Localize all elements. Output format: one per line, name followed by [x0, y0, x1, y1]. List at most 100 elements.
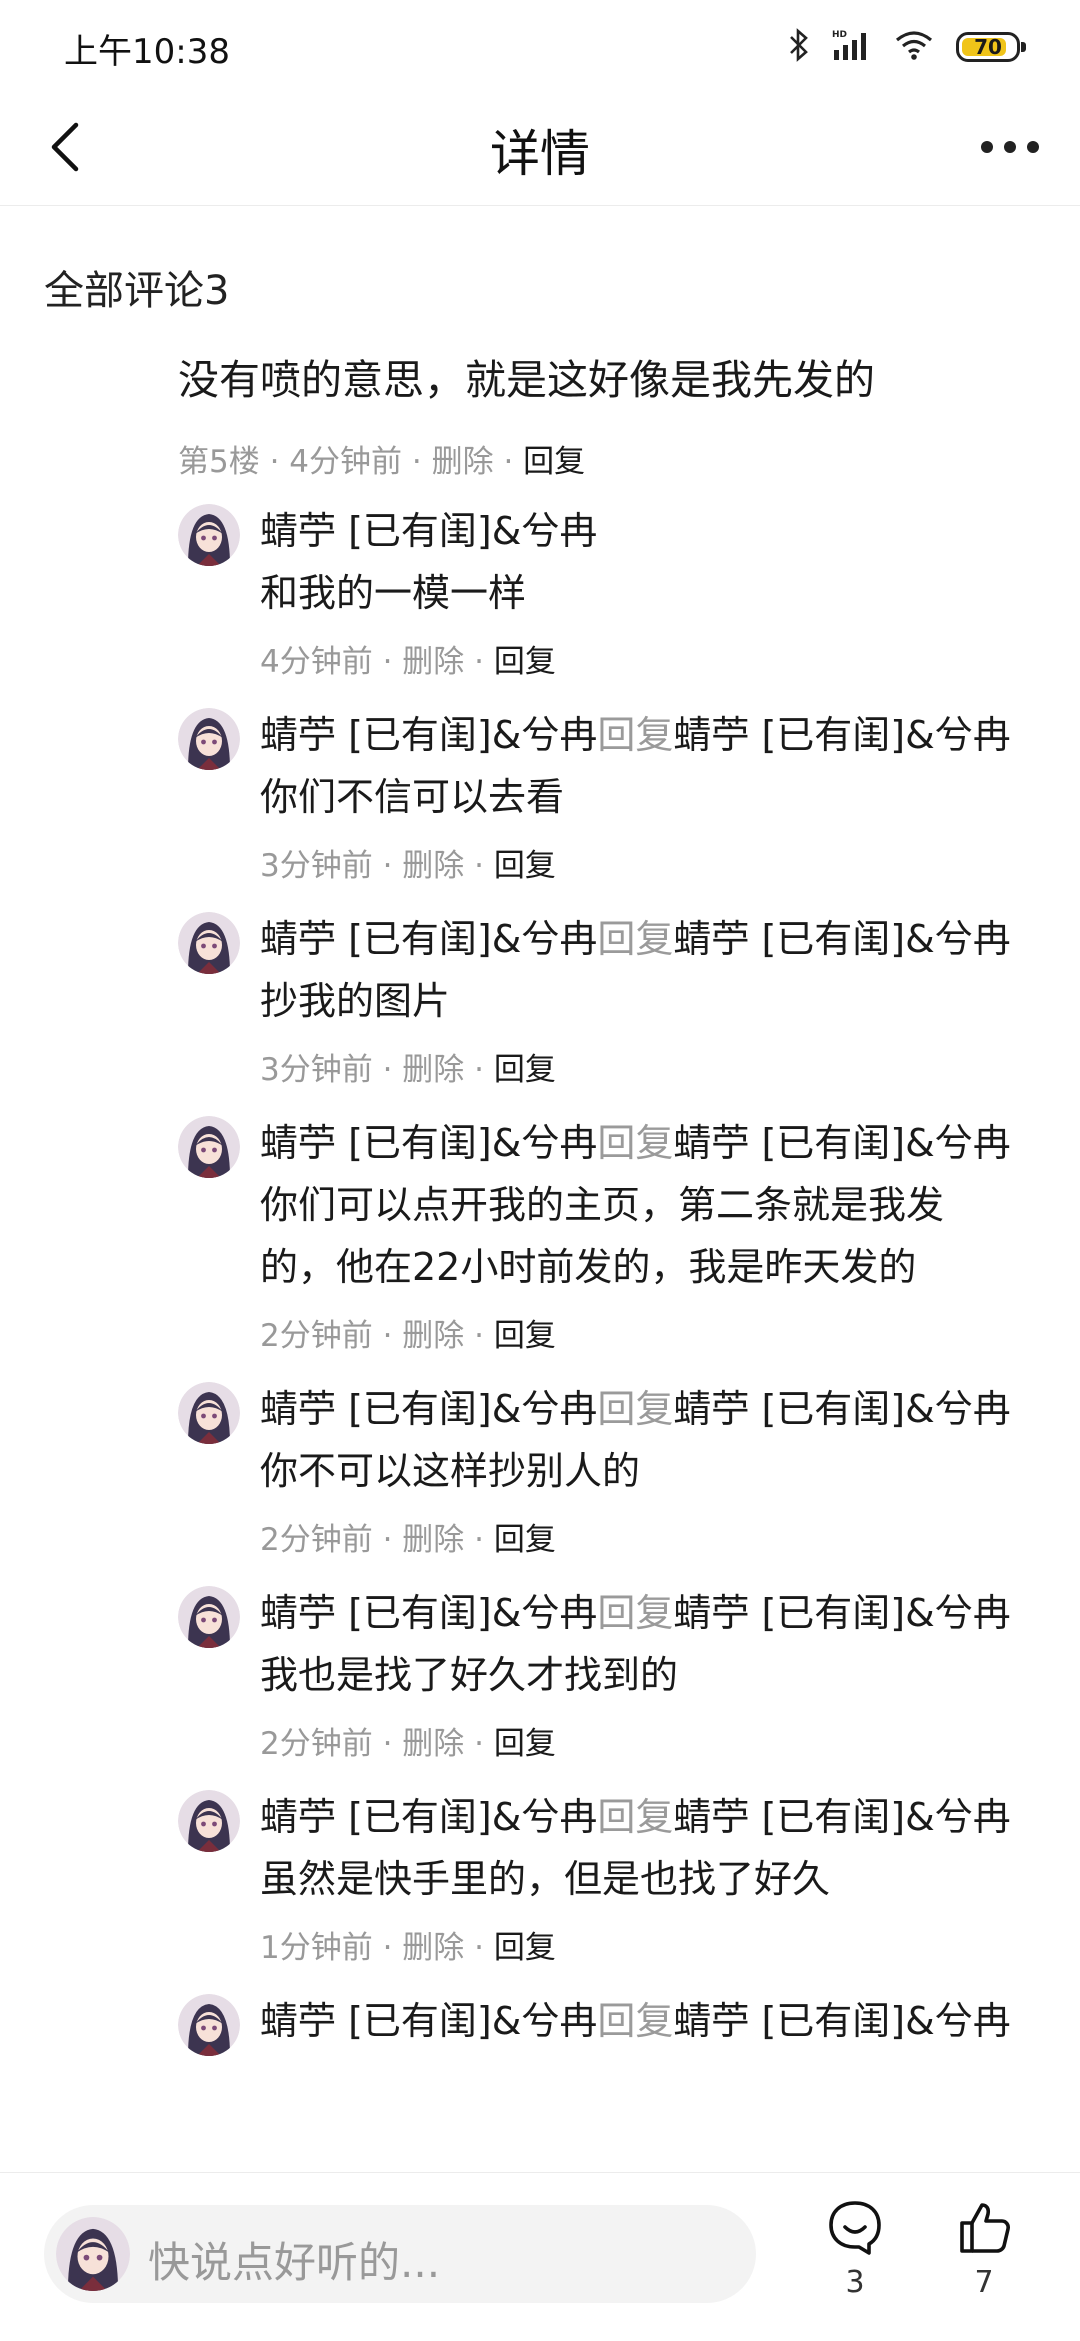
more-button[interactable] — [970, 112, 1050, 182]
reply-link[interactable]: 回复 — [494, 1930, 556, 1966]
delete-link[interactable]: 删除 — [402, 1052, 464, 1088]
like-button[interactable]: 7 — [944, 2197, 1024, 2300]
battery-level: 70 — [974, 35, 1002, 59]
comment-button[interactable]: 3 — [815, 2197, 895, 2300]
reply-link[interactable]: 回复 — [494, 848, 556, 884]
reply-item[interactable]: 蜻苧 [已有闺]&兮冉回复蜻苧 [已有闺]&兮冉 你不可以这样抄别人的 2分钟前… — [178, 1378, 1058, 1562]
comment-count: 3 — [845, 2265, 865, 2300]
reply-author[interactable]: 蜻苧 [已有闺]&兮冉 — [260, 1387, 597, 1431]
bluetooth-icon — [788, 28, 810, 66]
avatar[interactable] — [178, 1994, 240, 2056]
comment-input-placeholder: 快说点好听的... — [148, 2238, 441, 2287]
reply-keyword: 回复 — [597, 1387, 674, 1431]
main-comment: 没有喷的意思，就是这好像是我先发的 第5楼 · 4分钟前 · 删除 · 回复 — [178, 346, 1038, 484]
reply-time: 1分钟前 — [260, 1930, 373, 1966]
reply-keyword: 回复 — [597, 1999, 674, 2043]
reply-meta: 3分钟前 · 删除 · 回复 — [260, 848, 556, 884]
reply-author[interactable]: 蜻苧 [已有闺]&兮冉 — [260, 713, 597, 757]
reply-link[interactable]: 回复 — [494, 1052, 556, 1088]
reply-text: 你们可以点开我的主页，第二条就是我发的，他在22小时前发的，我是昨天发的 — [260, 1183, 945, 1289]
delete-link[interactable]: 删除 — [402, 1318, 464, 1354]
floor-label: 第5楼 — [178, 444, 260, 480]
avatar[interactable] — [178, 708, 240, 770]
delete-link[interactable]: 删除 — [402, 1930, 464, 1966]
reply-link[interactable]: 回复 — [494, 1726, 556, 1762]
reply-time: 3分钟前 — [260, 1052, 373, 1088]
signal-icon: HD — [832, 28, 872, 66]
avatar[interactable] — [178, 1790, 240, 1852]
reply-author[interactable]: 蜻苧 [已有闺]&兮冉 — [260, 1591, 597, 1635]
reply-item[interactable]: 蜻苧 [已有闺]&兮冉回复蜻苧 [已有闺]&兮冉 — [178, 1990, 1058, 2056]
reply-text: 抄我的图片 — [260, 979, 451, 1023]
reply-keyword: 回复 — [597, 713, 674, 757]
reply-author[interactable]: 蜻苧 [已有闺]&兮冉 — [260, 1999, 597, 2043]
reply-text: 和我的一模一样 — [260, 571, 527, 615]
reply-target[interactable]: 蜻苧 [已有闺]&兮冉 — [673, 917, 1010, 961]
status-icons: HD 70 — [788, 24, 1026, 70]
reply-link[interactable]: 回复 — [523, 444, 585, 480]
reply-link[interactable]: 回复 — [494, 644, 556, 680]
reply-meta: 1分钟前 · 删除 · 回复 — [260, 1930, 556, 1966]
delete-link[interactable]: 删除 — [432, 444, 494, 480]
reply-link[interactable]: 回复 — [494, 1318, 556, 1354]
comment-input[interactable]: 快说点好听的... — [44, 2205, 756, 2303]
reply-target[interactable]: 蜻苧 [已有闺]&兮冉 — [673, 1387, 1010, 1431]
battery-icon: 70 — [956, 32, 1026, 62]
reply-header: 蜻苧 [已有闺]&兮冉回复蜻苧 [已有闺]&兮冉 — [260, 1378, 1058, 1440]
avatar[interactable] — [178, 1382, 240, 1444]
avatar[interactable] — [178, 504, 240, 566]
delete-link[interactable]: 删除 — [402, 848, 464, 884]
avatar[interactable] — [178, 1586, 240, 1648]
wifi-icon — [894, 29, 934, 65]
reply-item[interactable]: 蜻苧 [已有闺]&兮冉回复蜻苧 [已有闺]&兮冉 我也是找了好久才找到的 2分钟… — [178, 1582, 1058, 1766]
comment-time: 4分钟前 — [289, 444, 403, 480]
reply-time: 2分钟前 — [260, 1522, 373, 1558]
reply-item[interactable]: 蜻苧 [已有闺]&兮冉回复蜻苧 [已有闺]&兮冉 你们可以点开我的主页，第二条就… — [178, 1112, 1058, 1358]
nav-header: 详情 — [0, 90, 1080, 206]
user-avatar — [56, 2217, 130, 2291]
reply-author[interactable]: 蜻苧 [已有闺]&兮冉 — [260, 1121, 597, 1165]
reply-time: 2分钟前 — [260, 1318, 373, 1354]
reply-target[interactable]: 蜻苧 [已有闺]&兮冉 — [673, 1999, 1010, 2043]
page-title: 详情 — [490, 125, 590, 183]
avatar[interactable] — [178, 1116, 240, 1178]
reply-target[interactable]: 蜻苧 [已有闺]&兮冉 — [673, 1121, 1010, 1165]
reply-item[interactable]: 蜻苧 [已有闺]&兮冉回复蜻苧 [已有闺]&兮冉 你们不信可以去看 3分钟前 ·… — [178, 704, 1058, 888]
reply-list: 蜻苧 [已有闺]&兮冉 和我的一模一样 4分钟前 · 删除 · 回复 蜻苧 [已… — [178, 500, 1058, 2072]
reply-author[interactable]: 蜻苧 [已有闺]&兮冉 — [260, 1795, 597, 1839]
avatar[interactable] — [178, 912, 240, 974]
reply-time: 3分钟前 — [260, 848, 373, 884]
reply-keyword: 回复 — [597, 1795, 674, 1839]
reply-target[interactable]: 蜻苧 [已有闺]&兮冉 — [673, 1591, 1010, 1635]
reply-text: 虽然是快手里的，但是也找了好久 — [260, 1857, 831, 1901]
thumbs-up-icon — [960, 2203, 1010, 2253]
reply-text: 你们不信可以去看 — [260, 775, 565, 819]
reply-header: 蜻苧 [已有闺]&兮冉回复蜻苧 [已有闺]&兮冉 — [260, 1112, 1058, 1174]
more-dots-icon — [981, 141, 1039, 153]
svg-text:HD: HD — [832, 30, 847, 40]
delete-link[interactable]: 删除 — [402, 1522, 464, 1558]
reply-meta: 2分钟前 · 删除 · 回复 — [260, 1726, 556, 1762]
reply-item[interactable]: 蜻苧 [已有闺]&兮冉 和我的一模一样 4分钟前 · 删除 · 回复 — [178, 500, 1058, 684]
reply-keyword: 回复 — [597, 917, 674, 961]
reply-link[interactable]: 回复 — [494, 1522, 556, 1558]
delete-link[interactable]: 删除 — [402, 1726, 464, 1762]
main-comment-text: 没有喷的意思，就是这好像是我先发的 — [178, 356, 875, 404]
reply-time: 2分钟前 — [260, 1726, 373, 1762]
reply-text: 我也是找了好久才找到的 — [260, 1653, 679, 1697]
comments-count-title: 全部评论3 — [44, 268, 230, 314]
reply-meta: 2分钟前 · 删除 · 回复 — [260, 1522, 556, 1558]
reply-item[interactable]: 蜻苧 [已有闺]&兮冉回复蜻苧 [已有闺]&兮冉 抄我的图片 3分钟前 · 删除… — [178, 908, 1058, 1092]
reply-keyword: 回复 — [597, 1591, 674, 1635]
reply-target[interactable]: 蜻苧 [已有闺]&兮冉 — [673, 713, 1010, 757]
reply-author[interactable]: 蜻苧 [已有闺]&兮冉 — [260, 917, 597, 961]
reply-header: 蜻苧 [已有闺]&兮冉 — [260, 500, 1058, 562]
comment-bubble-icon — [829, 2201, 881, 2255]
reply-item[interactable]: 蜻苧 [已有闺]&兮冉回复蜻苧 [已有闺]&兮冉 虽然是快手里的，但是也找了好久… — [178, 1786, 1058, 1970]
reply-header: 蜻苧 [已有闺]&兮冉回复蜻苧 [已有闺]&兮冉 — [260, 1990, 1058, 2052]
reply-author[interactable]: 蜻苧 [已有闺]&兮冉 — [260, 509, 597, 553]
status-time: 上午10:38 — [64, 32, 230, 72]
delete-link[interactable]: 删除 — [402, 644, 464, 680]
reply-target[interactable]: 蜻苧 [已有闺]&兮冉 — [673, 1795, 1010, 1839]
reply-header: 蜻苧 [已有闺]&兮冉回复蜻苧 [已有闺]&兮冉 — [260, 1582, 1058, 1644]
